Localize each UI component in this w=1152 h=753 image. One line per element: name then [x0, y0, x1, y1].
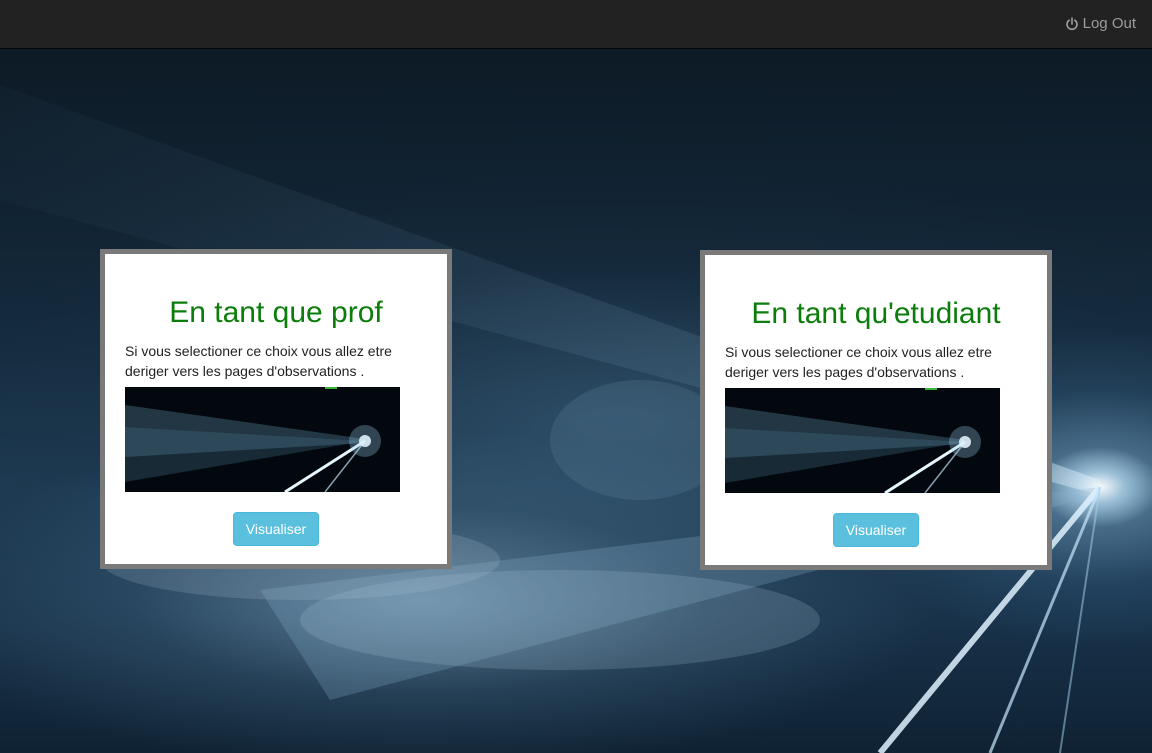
card-thumbnail-image	[725, 388, 1000, 493]
card-description: Si vous selectioner ce choix vous allez …	[725, 344, 992, 380]
card-etudiant: En tant qu'etudiant Si vous selectioner …	[700, 250, 1052, 570]
logout-link[interactable]: Log Out	[1065, 15, 1136, 33]
logout-label: Log Out	[1082, 15, 1136, 32]
visualiser-button[interactable]: Visualiser	[833, 513, 919, 547]
card-description: Si vous selectioner ce choix vous allez …	[125, 343, 392, 379]
card-prof: En tant que prof Si vous selectioner ce …	[100, 249, 452, 569]
card-title: En tant qu'etudiant	[751, 297, 1001, 330]
card-title: En tant que prof	[169, 296, 383, 329]
card-thumbnail-image	[125, 387, 400, 492]
power-icon	[1065, 17, 1079, 31]
visualiser-button[interactable]: Visualiser	[233, 512, 319, 546]
top-navbar: Log Out	[0, 0, 1152, 49]
